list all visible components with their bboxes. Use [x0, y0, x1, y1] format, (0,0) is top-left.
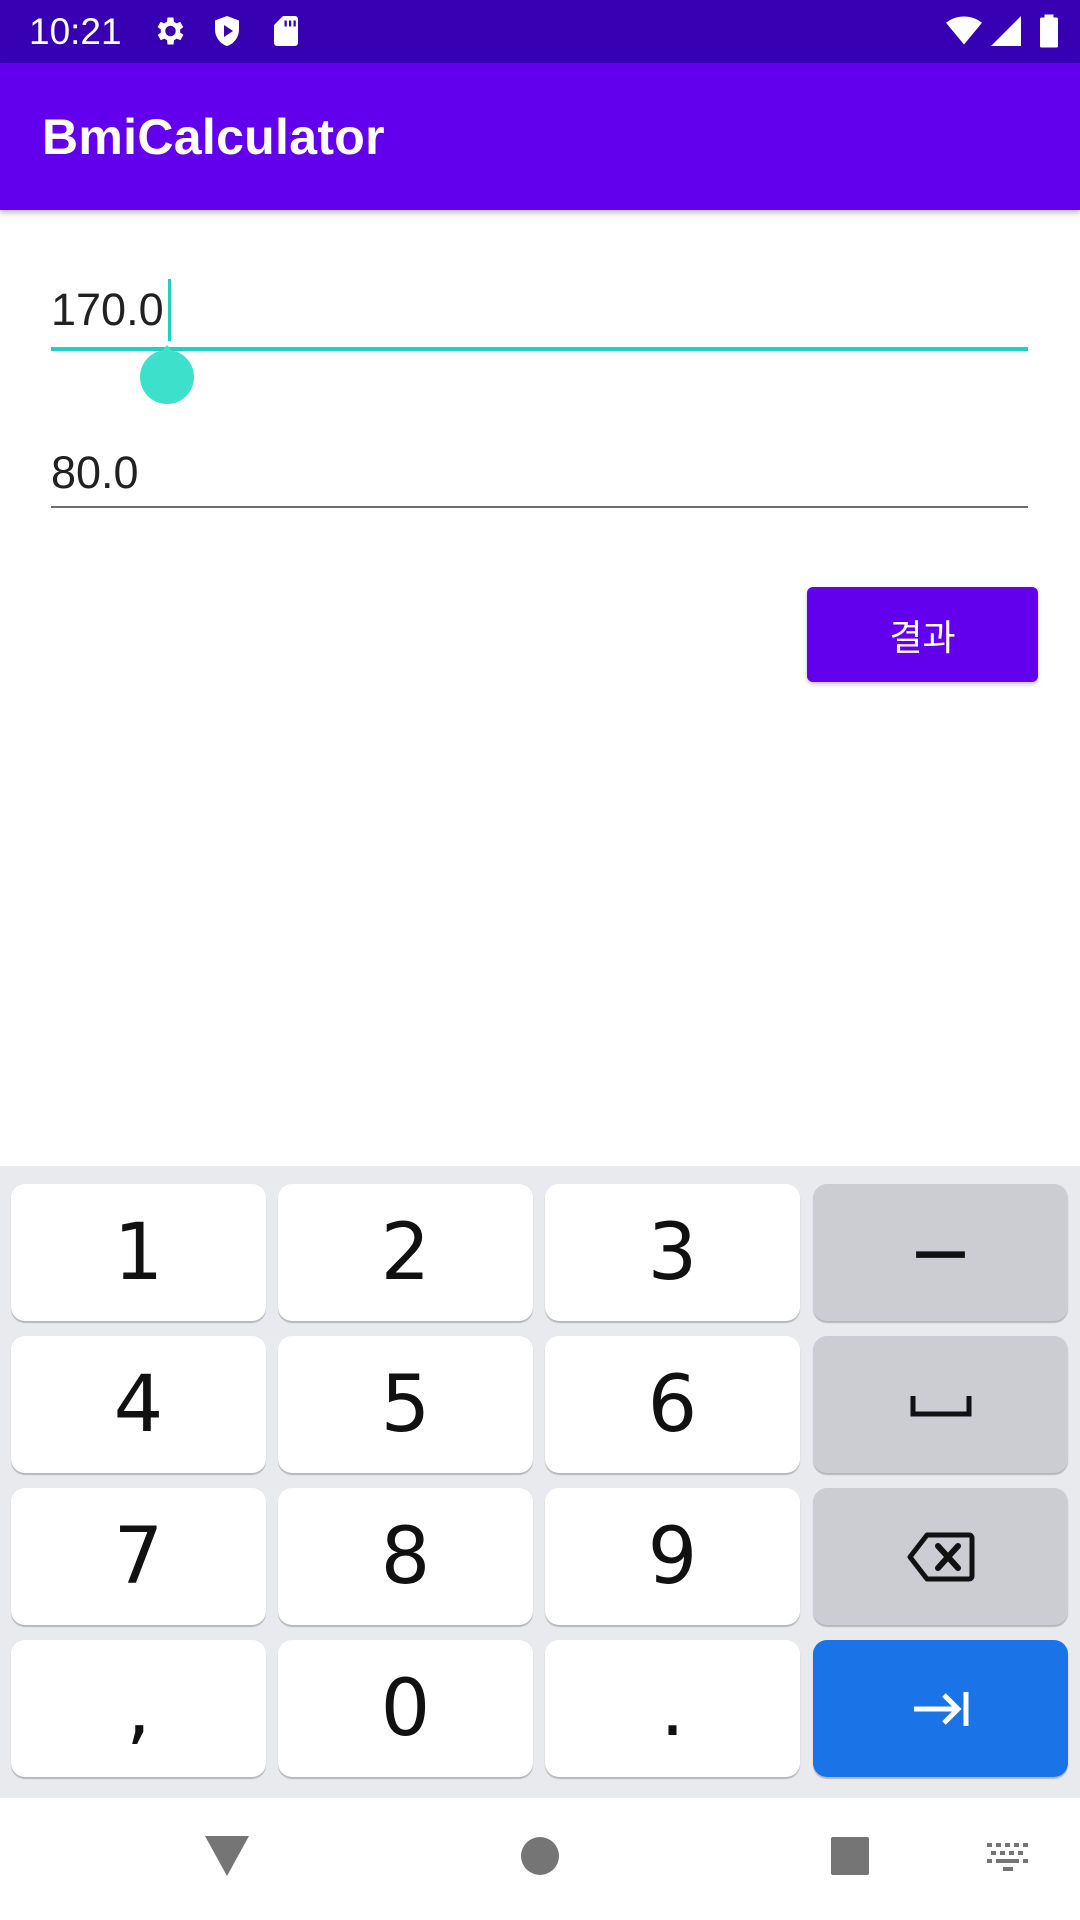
key-1[interactable]: 1 — [11, 1184, 266, 1321]
key-backspace[interactable] — [813, 1488, 1068, 1625]
key-0-label: 0 — [380, 1663, 431, 1754]
key-5-label: 5 — [380, 1359, 431, 1450]
key-period[interactable]: . — [545, 1640, 800, 1777]
weight-input-text: 80.0 — [51, 447, 139, 498]
key-2-label: 2 — [380, 1207, 431, 1298]
key-next[interactable] — [813, 1640, 1068, 1777]
key-minus[interactable]: − — [813, 1184, 1068, 1321]
numeric-keyboard: 1 2 3 − 4 5 6 7 8 9 , 0 . — [0, 1166, 1080, 1798]
key-comma-label: , — [126, 1663, 151, 1754]
app-title: BmiCalculator — [42, 109, 385, 165]
key-8-label: 8 — [380, 1511, 431, 1602]
gear-icon — [157, 17, 184, 45]
weight-input[interactable]: 80.0 — [51, 436, 1028, 510]
result-button[interactable]: 결과 — [807, 587, 1038, 682]
key-1-label: 1 — [113, 1207, 164, 1298]
cursor-handle[interactable] — [140, 350, 194, 404]
home-circle-icon[interactable] — [520, 1836, 560, 1876]
text-cursor — [168, 279, 171, 341]
next-arrow-icon — [913, 1691, 968, 1726]
key-space[interactable] — [813, 1336, 1068, 1473]
key-comma[interactable]: , — [11, 1640, 266, 1777]
weight-input-underline — [51, 506, 1028, 508]
key-9[interactable]: 9 — [545, 1488, 800, 1625]
height-input[interactable]: 170.0 — [51, 273, 1028, 353]
back-triangle-icon[interactable] — [203, 1834, 251, 1878]
key-6[interactable]: 6 — [545, 1336, 800, 1473]
key-6-label: 6 — [647, 1359, 698, 1450]
navigation-bar — [0, 1798, 1080, 1920]
height-input-text: 170.0 — [51, 284, 164, 335]
key-3[interactable]: 3 — [545, 1184, 800, 1321]
height-input-underline — [51, 347, 1028, 351]
backspace-icon — [907, 1532, 974, 1581]
key-9-label: 9 — [647, 1511, 698, 1602]
wifi-icon — [946, 16, 982, 45]
key-7[interactable]: 7 — [11, 1488, 266, 1625]
space-icon — [910, 1395, 971, 1416]
key-period-label: . — [660, 1663, 685, 1754]
battery-icon — [1040, 14, 1058, 48]
recents-square-icon[interactable] — [830, 1836, 870, 1876]
key-5[interactable]: 5 — [278, 1336, 533, 1473]
key-minus-label: − — [907, 1207, 974, 1298]
signal-icon — [991, 16, 1021, 46]
shield-play-icon — [215, 16, 239, 46]
app-bar: BmiCalculator — [0, 63, 1080, 210]
sd-card-icon — [274, 16, 298, 46]
key-0[interactable]: 0 — [278, 1640, 533, 1777]
key-3-label: 3 — [647, 1207, 698, 1298]
key-4-label: 4 — [113, 1359, 164, 1450]
key-4[interactable]: 4 — [11, 1336, 266, 1473]
key-8[interactable]: 8 — [278, 1488, 533, 1625]
status-time: 10:21 — [29, 11, 122, 52]
status-bar: 10:21 — [0, 0, 1080, 63]
key-2[interactable]: 2 — [278, 1184, 533, 1321]
result-button-label: 결과 — [889, 617, 956, 659]
key-7-label: 7 — [113, 1511, 164, 1602]
keyboard-switch-icon[interactable] — [987, 1843, 1029, 1871]
